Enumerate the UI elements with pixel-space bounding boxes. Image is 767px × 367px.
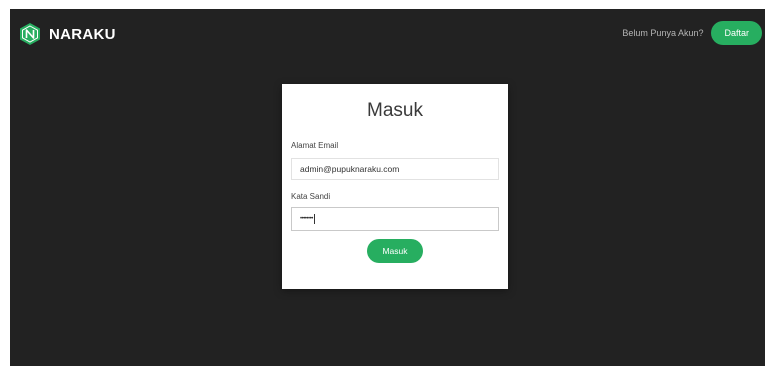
signup-button[interactable]: Daftar	[711, 21, 762, 45]
password-field[interactable]: ••••••••	[291, 207, 499, 231]
brand[interactable]: NARAKU	[19, 21, 116, 47]
brand-name: NARAKU	[49, 25, 116, 43]
email-label: Alamat Email	[291, 141, 339, 150]
naraku-logo-icon	[20, 23, 40, 45]
email-field[interactable]: admin@pupuknaraku.com	[291, 158, 499, 180]
password-label: Kata Sandi	[291, 192, 331, 201]
login-title: Masuk	[367, 100, 423, 121]
login-submit-button[interactable]: Masuk	[367, 239, 423, 263]
password-value: ••••••••	[300, 216, 313, 222]
app-screen: NARAKU Belum Punya Akun? Daftar Masuk Al…	[10, 9, 765, 366]
email-value: admin@pupuknaraku.com	[300, 164, 400, 174]
navbar: NARAKU Belum Punya Akun? Daftar	[10, 9, 765, 57]
signup-prompt: Belum Punya Akun?	[622, 28, 704, 38]
nav-right: Belum Punya Akun? Daftar	[622, 21, 762, 45]
text-caret	[313, 214, 315, 224]
login-card: Masuk Alamat Email admin@pupuknaraku.com…	[282, 84, 508, 289]
